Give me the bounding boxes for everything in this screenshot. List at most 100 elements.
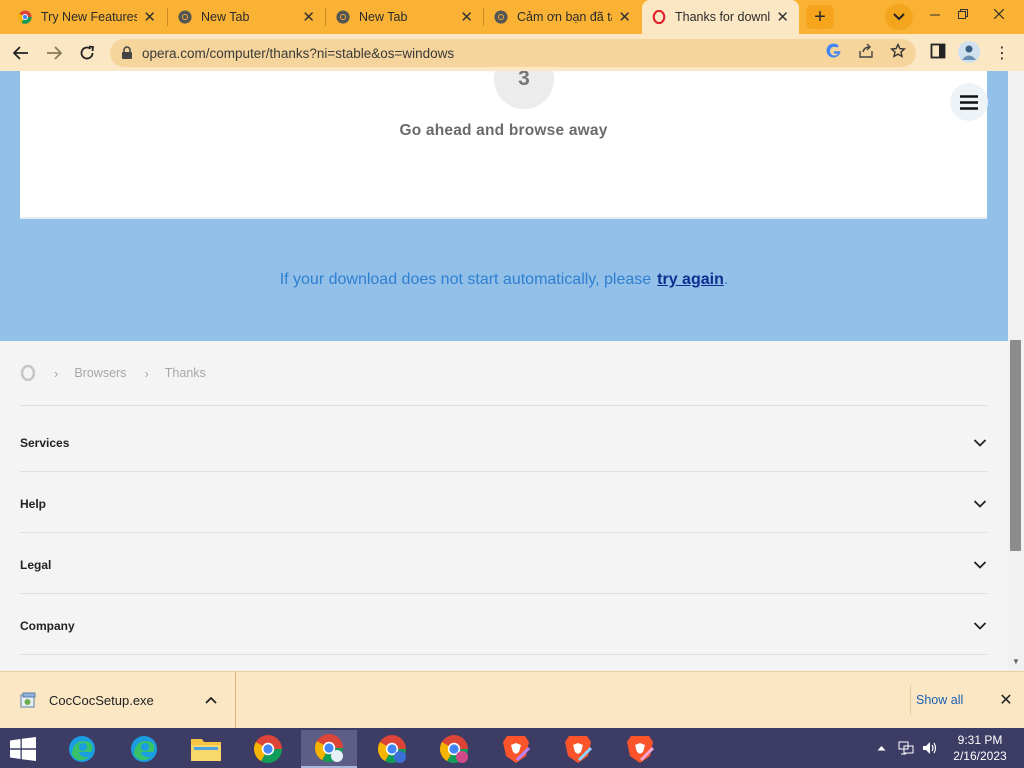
thanks-card: 3 Go ahead and browse away — [20, 71, 987, 219]
footer-section-label: Help — [20, 497, 47, 511]
minimize-button[interactable] — [920, 3, 950, 25]
chevron-down-icon — [973, 561, 987, 569]
divider — [20, 405, 987, 406]
tab-new-tab-2[interactable]: New Tab ✕ — [326, 0, 483, 34]
address-bar[interactable]: opera.com/computer/thanks?ni=stable&os=w… — [110, 39, 916, 67]
star-icon — [890, 43, 906, 58]
back-button[interactable] — [9, 41, 33, 65]
volume-control[interactable] — [920, 728, 940, 768]
reload-icon — [80, 45, 95, 60]
tab-title: Cảm ơn bạn đã tải — [517, 10, 613, 24]
taskbar-chrome-profile-3[interactable] — [426, 730, 482, 768]
installer-file-icon — [20, 692, 36, 707]
plus-icon: + — [814, 5, 826, 28]
taskbar-brave-1[interactable] — [488, 730, 544, 768]
taskbar-edge-1[interactable] — [54, 730, 110, 768]
close-shelf-button[interactable]: ✕ — [996, 690, 1016, 710]
footer-section-company[interactable]: Company — [20, 614, 987, 638]
edge-icon — [131, 736, 157, 762]
chevron-right-icon: › — [144, 365, 149, 381]
taskbar-brave-2[interactable] — [550, 730, 606, 768]
chrome-icon — [18, 10, 32, 24]
profile-avatar[interactable] — [958, 41, 980, 63]
footer-section-label: Services — [20, 436, 70, 450]
hamburger-icon — [960, 94, 978, 110]
download-message-period: . — [723, 271, 729, 288]
chevron-down-icon — [893, 13, 905, 21]
tab-coccoc-thanks[interactable]: Cảm ơn bạn đã tải ✕ — [484, 0, 641, 34]
footer-section-legal[interactable]: Legal — [20, 553, 987, 577]
download-options-button[interactable] — [201, 696, 221, 704]
chevron-right-icon: › — [54, 365, 59, 381]
taskbar-file-explorer[interactable] — [178, 730, 234, 768]
close-icon[interactable]: ✕ — [143, 8, 156, 26]
reload-button[interactable] — [75, 41, 99, 65]
divider — [20, 532, 987, 533]
start-button[interactable] — [8, 736, 38, 762]
taskbar-chrome-profile-active[interactable] — [301, 730, 357, 768]
download-item[interactable]: CocCocSetup.exe — [0, 672, 236, 728]
coccoc-icon — [494, 10, 508, 24]
window-close-button[interactable] — [984, 3, 1014, 25]
restore-button[interactable] — [948, 3, 978, 25]
new-tab-button[interactable]: + — [806, 5, 834, 29]
side-panel-button[interactable] — [926, 39, 950, 63]
close-icon[interactable]: ✕ — [618, 8, 631, 26]
address-url[interactable]: opera.com/computer/thanks?ni=stable&os=w… — [142, 46, 454, 61]
countdown-number: 3 — [518, 71, 530, 90]
browse-away-text: Go ahead and browse away — [399, 122, 608, 139]
chevron-down-icon — [973, 500, 987, 508]
tab-try-new-features[interactable]: Try New Features ✕ — [8, 0, 166, 34]
chevron-down-icon — [973, 439, 987, 447]
close-icon[interactable]: ✕ — [460, 8, 473, 26]
download-shelf: CocCocSetup.exe Show all ✕ — [0, 671, 1024, 728]
taskbar-chrome-profile-2[interactable] — [364, 730, 420, 768]
chrome-profile-icon — [440, 735, 468, 763]
taskbar-edge-2[interactable] — [116, 730, 172, 768]
share-button[interactable] — [854, 39, 878, 63]
scroll-down-arrow-icon[interactable]: ▼ — [1012, 657, 1020, 666]
taskbar-brave-3[interactable] — [612, 730, 668, 768]
arrow-right-icon — [47, 46, 62, 60]
lock-icon[interactable] — [120, 46, 134, 60]
network-status[interactable] — [896, 728, 916, 768]
tab-title: Thanks for download — [675, 10, 771, 24]
close-icon — [994, 9, 1004, 19]
restore-icon — [958, 9, 968, 19]
footer-section-help[interactable]: Help — [20, 492, 987, 516]
side-panel-icon — [930, 43, 946, 59]
download-message: If your download does not start automati… — [0, 271, 1008, 289]
divider — [20, 654, 987, 655]
page-scrollbar[interactable]: ▼ — [1008, 71, 1024, 671]
chevron-up-icon — [205, 696, 217, 704]
footer-section-label: Company — [20, 619, 75, 633]
tab-search-button[interactable] — [885, 4, 913, 30]
close-icon[interactable]: ✕ — [302, 8, 315, 26]
tab-opera-thanks[interactable]: Thanks for download ✕ — [642, 0, 799, 34]
breadcrumb-item-browsers[interactable]: Browsers — [74, 366, 126, 380]
opera-logo-icon[interactable] — [20, 365, 36, 381]
windows-logo-icon — [10, 737, 36, 761]
tab-title: New Tab — [201, 10, 250, 24]
download-message-text: If your download does not start automati… — [279, 271, 652, 288]
show-all-downloads-button[interactable]: Show all — [912, 690, 967, 710]
taskbar-chrome[interactable] — [240, 730, 296, 768]
tab-strip: Try New Features ✕ New Tab ✕ New Tab ✕ C… — [0, 0, 1024, 34]
clock-time: 9:31 PM — [957, 733, 1003, 747]
site-menu-button[interactable] — [950, 83, 988, 121]
page-viewport: 3 Go ahead and browse away If your downl… — [0, 71, 1008, 671]
bookmark-button[interactable] — [886, 39, 910, 63]
try-again-link[interactable]: try again — [657, 271, 724, 288]
forward-button[interactable] — [42, 41, 66, 65]
clock-date: 2/16/2023 — [953, 749, 1007, 763]
tab-new-tab-1[interactable]: New Tab ✕ — [168, 0, 325, 34]
divider — [20, 471, 987, 472]
close-icon[interactable]: ✕ — [776, 8, 789, 26]
footer-section-services[interactable]: Services — [20, 431, 987, 455]
brave-icon — [503, 736, 530, 763]
show-hidden-icons-button[interactable] — [874, 728, 888, 768]
scrollbar-thumb[interactable] — [1010, 340, 1021, 551]
system-clock[interactable]: 9:31 PM 2/16/2023 — [950, 732, 1010, 764]
google-lens-button[interactable] — [822, 39, 846, 63]
browser-menu-button[interactable]: ⋮ — [994, 41, 1010, 65]
